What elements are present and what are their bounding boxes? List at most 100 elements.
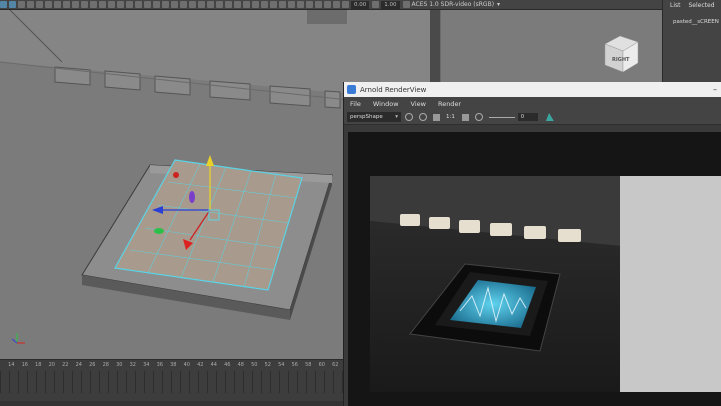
renderview-menubar: File Window View Render [344,97,721,110]
backface-icon[interactable] [261,1,268,8]
bookmark-icon[interactable] [63,1,70,8]
menu-window[interactable]: Window [373,100,399,108]
curve-icon[interactable] [288,1,295,8]
time-tick-label: 48 [237,362,244,368]
ambient-occlusion-icon[interactable] [189,1,196,8]
ratio-label[interactable]: 1:1 [446,114,455,120]
time-tick-label: 14 [8,362,15,368]
lights-icon[interactable] [171,1,178,8]
camera-dropdown[interactable]: perspShape [347,112,401,122]
main-toolbar: 0.00 1.00 ACES 1.0 SDR-video (sRGB) ▾ [0,0,662,10]
light-exposure-icon[interactable] [270,1,277,8]
render-canvas[interactable] [348,132,721,406]
window-title: Arnold RenderView [360,85,427,94]
time-tick-label: 54 [278,362,285,368]
view-transform-dropdown[interactable]: ACES 1.0 SDR-video (sRGB) [412,1,495,8]
safe-action-icon[interactable] [126,1,133,8]
time-tick-label: 16 [21,362,28,368]
frame-icon[interactable] [333,1,340,8]
point-icon[interactable] [279,1,286,8]
exposure-field[interactable]: 0 [517,113,538,121]
grid-icon[interactable] [81,1,88,8]
xray-components-icon[interactable] [252,1,259,8]
time-tick-label: 34 [143,362,150,368]
textured-icon[interactable] [162,1,169,8]
histogram-icon[interactable] [545,113,554,121]
time-tick-label: 60 [318,362,325,368]
resolution-gate-icon[interactable] [99,1,106,8]
time-tick-label: 46 [224,362,231,368]
xray-icon[interactable] [234,1,241,8]
time-tick-label: 18 [35,362,42,368]
wireframe-on-shaded-icon[interactable] [153,1,160,8]
color-management-icon[interactable] [402,1,410,8]
exposure-slider[interactable] [488,116,515,118]
time-ticks: 14 16 18 20 22 24 26 28 30 32 34 36 38 40 42 44 46 48 50 52… [0,360,343,371]
region-icon[interactable] [433,113,440,121]
gamma-icon[interactable] [372,1,380,8]
exposure-field[interactable]: 0.00 [351,0,370,9]
rendered-image [370,176,721,392]
motion-blur-icon[interactable] [198,1,205,8]
time-tick-label: 20 [48,362,55,368]
crop-icon[interactable] [461,113,469,121]
field-chart-icon[interactable] [117,1,124,8]
exposure-sun-icon [474,113,483,121]
isolate-select-icon[interactable] [225,1,232,8]
time-slider[interactable]: 14 16 18 20 22 24 26 28 30 32 34 36 38 40 42 44 46 48 50 52… [0,359,343,406]
dropdown-arrow-icon[interactable]: ▾ [497,1,500,8]
tab-selected[interactable]: Selected [689,2,715,9]
gate-mask-icon[interactable] [108,1,115,8]
time-tick-label: 40 [183,362,190,368]
render-icon[interactable] [405,113,413,121]
range-slider[interactable] [0,401,343,406]
arnold-logo-icon [347,85,356,94]
rendered-scene [370,176,721,392]
paste-icon[interactable] [324,1,331,8]
film-gate-icon[interactable] [90,1,97,8]
time-tick-label: 28 [102,362,109,368]
time-tick-label: 62 [332,362,339,368]
time-tick-label: 42 [197,362,204,368]
time-tick-label: 26 [89,362,96,368]
xray-joints-icon[interactable] [243,1,250,8]
shadows-icon[interactable] [180,1,187,8]
copy-icon[interactable] [315,1,322,8]
renderview-toolbar: perspShape 1:1 0 [344,110,721,125]
camera-icon[interactable] [54,1,61,8]
time-tick-label: 52 [264,362,271,368]
stop-render-icon[interactable] [419,113,427,121]
smooth-shade-icon[interactable] [144,1,151,8]
arnold-renderview-window: Arnold RenderView – File Window View Ren… [343,82,721,406]
lasso-tool-icon[interactable] [9,1,16,8]
move-tool-icon[interactable] [27,1,34,8]
minimize-icon[interactable]: – [713,85,721,94]
time-tick-label: 38 [170,362,177,368]
time-tick-label: 44 [210,362,217,368]
gamma-field[interactable]: 1.00 [381,0,400,9]
wireframe-icon[interactable] [135,1,142,8]
menu-render[interactable]: Render [438,100,461,108]
image-plane-icon[interactable] [72,1,79,8]
ceiling-block [307,10,347,24]
time-tick-label: 24 [75,362,82,368]
snap-icon[interactable] [306,1,313,8]
rotate-tool-icon[interactable] [36,1,43,8]
tab-list[interactable]: List [670,2,681,9]
depth-of-field-icon[interactable] [216,1,223,8]
scale-tool-icon[interactable] [45,1,52,8]
select-tool-icon[interactable] [0,1,7,8]
menu-view[interactable]: View [411,100,426,108]
window-titlebar[interactable]: Arnold RenderView – [344,82,721,97]
selected-object-name[interactable]: pasted__sCREEN [667,18,721,27]
paint-tool-icon[interactable] [18,1,25,8]
exposure-icon[interactable] [342,1,349,8]
time-tick-label: 30 [116,362,123,368]
surface-icon[interactable] [297,1,304,8]
time-slider-track[interactable] [0,371,343,393]
time-tick-label: 58 [305,362,312,368]
menu-file[interactable]: File [350,100,361,108]
anti-alias-icon[interactable] [207,1,214,8]
time-tick-label: 36 [156,362,163,368]
pillar [430,10,440,90]
